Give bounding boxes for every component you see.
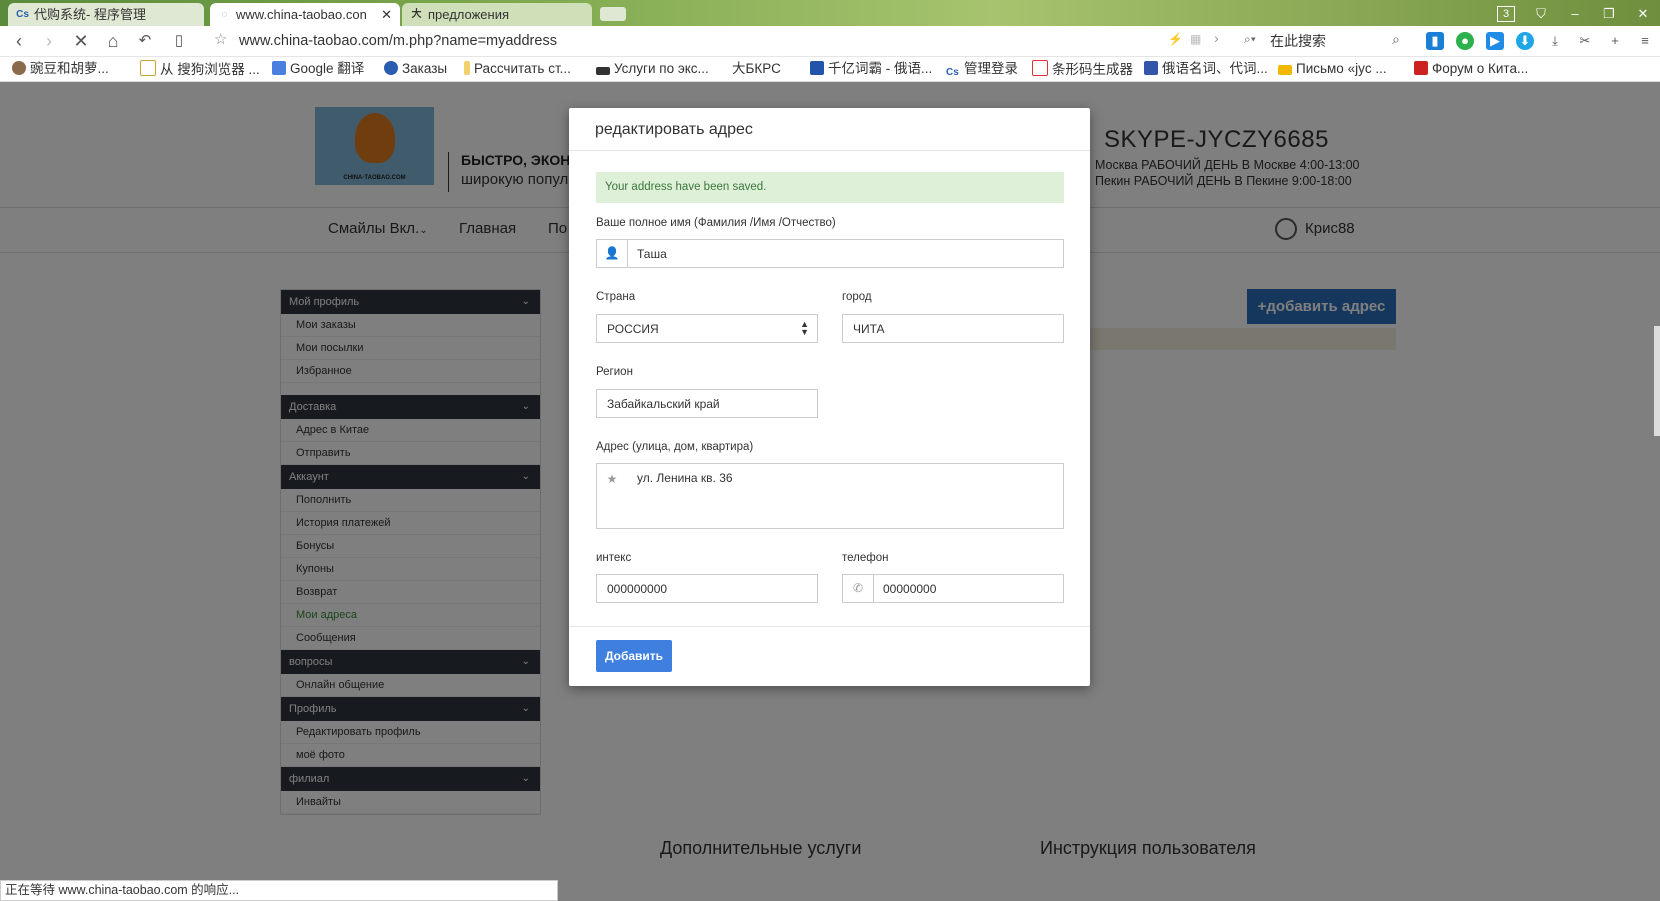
bookmark-item[interactable]: Форум о Кита...	[1414, 60, 1528, 78]
tab-label: предложения	[428, 7, 510, 22]
bookmark-item[interactable]: Google 翻译	[272, 60, 364, 78]
wechat-icon[interactable]: ●	[1456, 32, 1474, 50]
browser-nav-bar: ‹ › ✕ ⌂ ↶ ▯ ☆ www.china-taobao.com/m.php…	[0, 26, 1660, 57]
user-icon: 👤	[597, 240, 628, 267]
country-select[interactable]: РОССИЯ ▲ ▼	[596, 314, 818, 343]
close-tab-icon[interactable]: ✕	[381, 3, 392, 26]
address-label: Адрес (улица, дом, квартира)	[596, 441, 754, 453]
star-icon: ★	[597, 464, 627, 528]
url-bar[interactable]: www.china-taobao.com/m.php?name=myaddres…	[239, 30, 557, 52]
phone-icon: ✆	[843, 575, 874, 602]
bookmark-item[interactable]: 条形码生成器	[1032, 60, 1133, 79]
bookmark-item[interactable]: Письмо «jyc ...	[1278, 60, 1387, 78]
mobile-icon[interactable]: ▮	[1426, 32, 1444, 50]
window-controls: 3 ⛉ – ❐ ✕	[1488, 4, 1660, 24]
new-tab-button[interactable]	[600, 7, 626, 21]
browser-tab-bar: Cs 代购系统- 程序管理 ◌ www.china-taobao.con ✕ 大…	[0, 0, 1660, 26]
browser-tab-offers[interactable]: 大 предложения	[402, 3, 592, 26]
bookmark-item[interactable]: Cs 管理登录	[946, 60, 1018, 78]
zip-label: интекс	[596, 552, 632, 564]
forum-icon	[1414, 61, 1428, 75]
back-icon[interactable]: ‹	[8, 30, 30, 52]
mail-icon	[1278, 65, 1292, 75]
address-textarea[interactable]: ★ ул. Ленина кв. 36	[596, 463, 1064, 529]
bookmark-item[interactable]: Услуги по экс...	[596, 60, 709, 78]
bookmark-item[interactable]: 俄语名词、代词...	[1144, 60, 1268, 78]
bookmark-item[interactable]: Рассчитать ст...	[464, 60, 571, 78]
w-icon	[384, 61, 398, 75]
stop-icon[interactable]: ✕	[70, 30, 92, 52]
home-icon[interactable]: ⌂	[102, 30, 124, 52]
loading-spinner-icon: ◌	[221, 9, 228, 20]
country-label: Страна	[596, 291, 636, 303]
download-manager-icon[interactable]: ⬇	[1516, 32, 1534, 50]
bookmarks-bar: 豌豆和胡萝... 从 搜狗浏览器 ... Google 翻译 Заказы Ра…	[0, 57, 1660, 82]
menu-icon[interactable]: ≡	[1636, 32, 1654, 50]
bookmark-item[interactable]: 从 搜狗浏览器 ...	[140, 60, 260, 79]
side-panel-handle[interactable]	[1654, 326, 1660, 436]
close-window-icon[interactable]: ✕	[1626, 4, 1660, 24]
play-icon[interactable]: ▶	[1486, 32, 1504, 50]
bkrs-favicon-icon: 大	[411, 9, 422, 20]
phone-label: телефон	[842, 552, 889, 564]
scissors-icon[interactable]: ✂	[1576, 32, 1594, 50]
calc-icon	[464, 61, 470, 75]
browser-tab-active[interactable]: ◌ www.china-taobao.con ✕	[210, 3, 400, 26]
city-label: город	[842, 291, 872, 303]
browser-toolbar-icons: ▮ ● ▶ ⬇ ⤓ ✂ + ≡	[1426, 32, 1654, 50]
region-field[interactable]: Забайкальский край	[596, 389, 818, 418]
success-alert: Your address have been saved.	[596, 172, 1064, 203]
modal-header-divider	[569, 150, 1090, 151]
baidu-icon	[1144, 61, 1158, 75]
city-field[interactable]: ЧИТА	[842, 314, 1064, 343]
truck-icon	[596, 67, 610, 75]
skin-icon[interactable]: ⛉	[1524, 4, 1558, 24]
search-engine-icon[interactable]: ⌕▾	[1244, 32, 1256, 47]
undo-close-icon[interactable]: ↶	[134, 30, 156, 52]
window-count-badge[interactable]: 3	[1497, 6, 1515, 22]
region-label: Регион	[596, 366, 633, 378]
tab-label: www.china-taobao.con	[236, 7, 367, 22]
bookmark-item[interactable]: 豌豆和胡萝...	[12, 60, 109, 78]
browser-status-bar: 正在等待 www.china-taobao.com 的响应...	[0, 880, 558, 901]
bookmark-star-icon[interactable]: ☆	[214, 30, 227, 48]
google-translate-icon	[272, 61, 286, 75]
edit-address-modal: редактировать адрес Your address have be…	[569, 108, 1090, 686]
browser-search-input[interactable]: 在此搜索	[1270, 30, 1440, 52]
add-icon[interactable]: +	[1606, 32, 1624, 50]
folder-icon	[140, 60, 156, 76]
select-arrows-icon: ▲ ▼	[800, 319, 809, 337]
fullname-field[interactable]: 👤 Таша	[596, 239, 1064, 268]
download-icon[interactable]: ⤓	[1546, 32, 1564, 50]
search-icon[interactable]: ⌕	[1392, 31, 1400, 48]
barcode-icon	[1032, 60, 1048, 76]
flash-icon[interactable]: ⚡	[1168, 32, 1183, 46]
modal-title: редактировать адрес	[595, 121, 753, 138]
forward-icon[interactable]: ›	[38, 30, 60, 52]
bookmark-item[interactable]: Заказы	[384, 60, 447, 78]
submit-add-button[interactable]: Добавить	[596, 640, 672, 672]
tab-label: 代购系统- 程序管理	[34, 7, 146, 22]
zip-field[interactable]: 000000000	[596, 574, 818, 603]
cs-favicon-icon: Cs	[16, 9, 29, 20]
chevron-right-icon[interactable]: ›	[1214, 30, 1219, 46]
qr-icon[interactable]: ▦	[1190, 32, 1201, 46]
minimize-icon[interactable]: –	[1558, 4, 1592, 24]
dict-icon	[810, 61, 824, 75]
pea-icon	[12, 61, 26, 75]
restore-icon[interactable]: ❐	[1592, 4, 1626, 24]
modal-footer-divider	[569, 626, 1090, 627]
bookmark-item[interactable]: 大БКРС	[732, 60, 781, 78]
fullname-label: Ваше полное имя (Фамилия /Имя /Отчество)	[596, 217, 836, 229]
phone-field[interactable]: ✆ 00000000	[842, 574, 1064, 603]
browser-tab-admin[interactable]: Cs 代购系统- 程序管理	[8, 3, 204, 26]
bookmark-item[interactable]: 千亿词霸 - 俄语...	[810, 60, 932, 78]
reader-icon[interactable]: ▯	[168, 30, 190, 52]
cs-icon: Cs	[946, 67, 959, 78]
